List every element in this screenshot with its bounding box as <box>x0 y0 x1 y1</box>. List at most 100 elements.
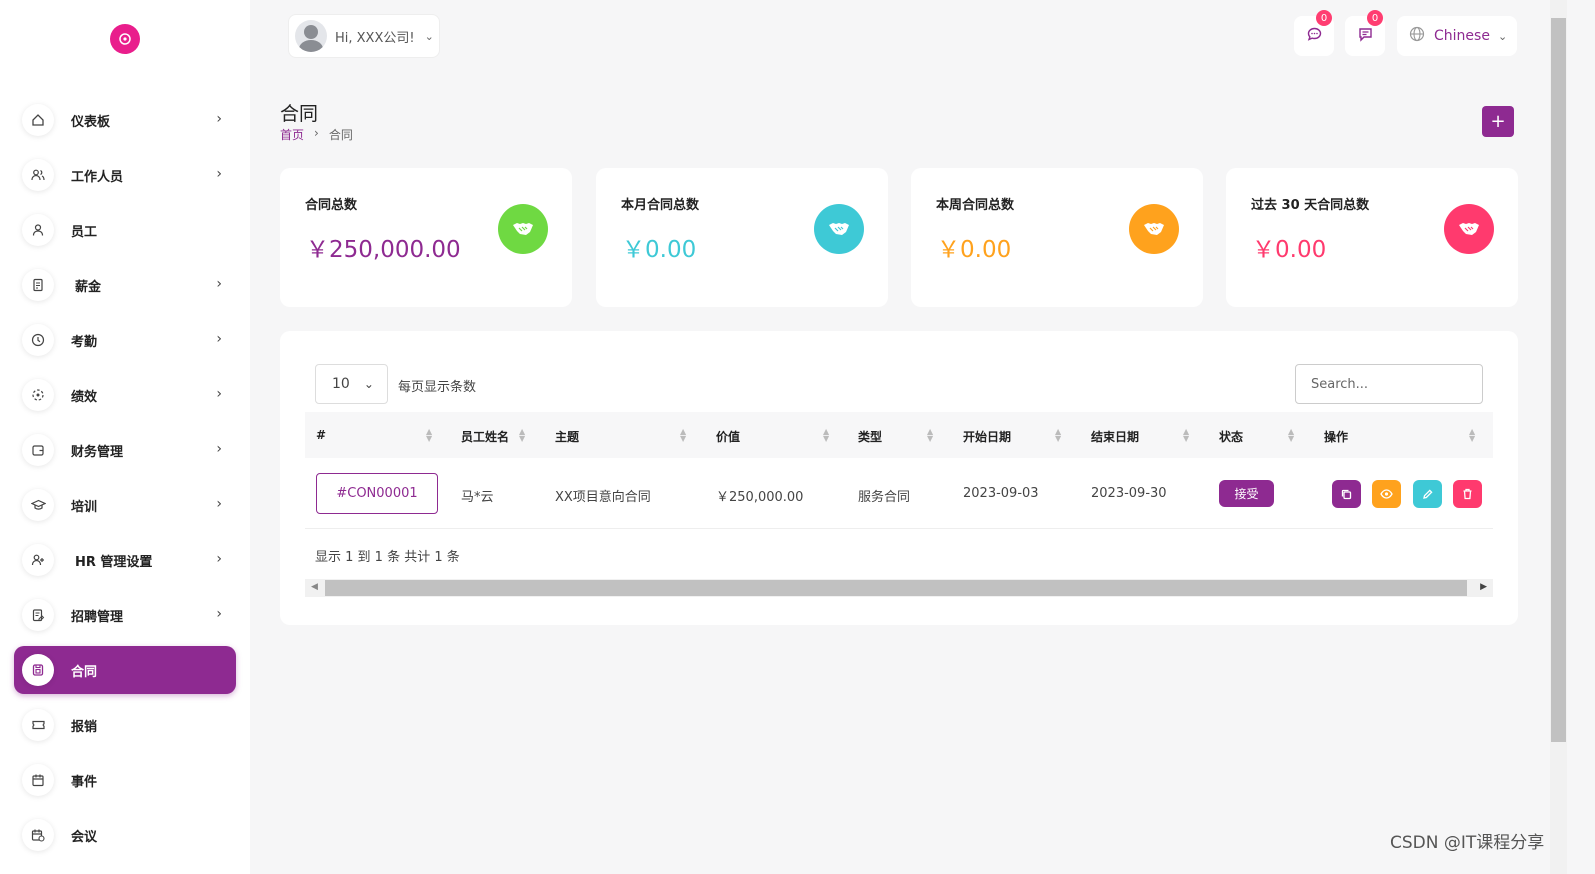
sort-icon[interactable]: ▲ ▼ <box>1288 428 1294 443</box>
edit-button[interactable] <box>1413 480 1442 508</box>
add-contract-button[interactable]: + <box>1482 106 1514 137</box>
column-header[interactable]: 状态 <box>1219 428 1243 445</box>
sidebar-item-reimbursement[interactable]: 报销 <box>14 701 236 749</box>
sidebar-item-label: 报销 <box>71 720 98 735</box>
user-icon <box>22 214 54 246</box>
sidebar-item-dashboard[interactable]: 仪表板 › <box>14 96 236 144</box>
column-header[interactable]: 主题 <box>555 428 579 445</box>
chevron-right-icon: › <box>216 111 222 127</box>
user-greeting: Hi, XXX公司! <box>335 30 415 46</box>
sidebar-item-performance[interactable]: 绩效 › <box>14 371 236 419</box>
sidebar-item-finance[interactable]: 财务管理 › <box>14 426 236 474</box>
stat-card-title: 过去 30 天合同总数 <box>1251 198 1370 213</box>
column-header[interactable]: # <box>316 428 326 442</box>
sidebar-item-attendance[interactable]: 考勤 › <box>14 316 236 364</box>
sidebar-item-label: 仪表板 <box>71 115 111 130</box>
column-header[interactable]: 类型 <box>858 428 882 445</box>
per-page-label: 每页显示条数 <box>398 380 477 395</box>
type-cell: 服务合同 <box>858 490 911 505</box>
language-selector[interactable]: Chinese ⌄ <box>1397 16 1517 56</box>
sidebar-item-staff[interactable]: 工作人员 › <box>14 151 236 199</box>
handshake-icon <box>814 204 864 254</box>
sidebar-item-label: 考勤 <box>71 335 98 350</box>
sort-icon[interactable]: ▲ ▼ <box>823 428 829 443</box>
chat-icon <box>1306 26 1323 47</box>
chevron-right-icon: › <box>216 496 222 512</box>
employee-name-cell: 马*云 <box>461 490 494 505</box>
graduation-cap-icon <box>22 489 54 521</box>
stat-card-week: 本周合同总数 ￥0.00 <box>911 168 1203 307</box>
per-page-select[interactable]: 10 ⌄ <box>315 364 388 404</box>
stat-card-title: 合同总数 <box>305 198 358 213</box>
copy-icon <box>1341 489 1352 499</box>
stat-card-total: 合同总数 ￥250,000.00 <box>280 168 572 307</box>
sort-icon[interactable]: ▲ ▼ <box>680 428 686 443</box>
sidebar-item-label: 合同 <box>71 665 98 680</box>
user-menu[interactable]: Hi, XXX公司! ⌄ <box>288 14 440 58</box>
view-button[interactable] <box>1372 480 1401 508</box>
table-row: #CON00001 马*云 XX项目意向合同 ￥250,000.00 服务合同 … <box>305 459 1493 529</box>
table-header: # ▲ ▼ 员工姓名 ▲ ▼ 主题 ▲ ▼ 价值 ▲ ▼ 类型 ▲ ▼ 开始日期 ▲ ▼ 结… <box>305 412 1493 458</box>
scrollbar-thumb[interactable] <box>325 580 1467 596</box>
chevron-down-icon: ⌄ <box>363 377 374 391</box>
status-badge: 接受 <box>1219 480 1274 507</box>
messages-button[interactable]: 0 <box>1345 10 1385 56</box>
handshake-icon <box>1129 204 1179 254</box>
sort-icon[interactable]: ▲ ▼ <box>1183 428 1189 443</box>
pencil-icon <box>1423 488 1433 499</box>
end-date-cell: 2023-09-30 <box>1091 486 1167 501</box>
chevron-right-icon: › <box>216 386 222 402</box>
value-cell: ￥250,000.00 <box>716 490 804 505</box>
chevron-right-icon: › <box>216 441 222 457</box>
search-input[interactable] <box>1295 364 1483 404</box>
sidebar-item-label: 招聘管理 <box>71 610 124 625</box>
column-header[interactable]: 结束日期 <box>1091 428 1139 445</box>
column-header[interactable]: 价值 <box>716 428 740 445</box>
handshake-icon <box>498 204 548 254</box>
stat-card-title: 本月合同总数 <box>621 198 700 213</box>
message-count-badge: 0 <box>1367 10 1383 26</box>
sidebar-item-meetings[interactable]: 会议 <box>14 811 236 859</box>
chevron-right-icon: › <box>216 166 222 182</box>
scroll-left-icon[interactable]: ◀ <box>311 582 318 592</box>
eye-icon <box>1380 489 1393 499</box>
scrollbar-thumb[interactable] <box>1551 18 1566 742</box>
contract-id-link[interactable]: #CON00001 <box>316 473 438 514</box>
home-icon <box>22 104 54 136</box>
horizontal-scrollbar[interactable]: ◀ ▶ <box>305 579 1493 597</box>
sidebar-item-employee[interactable]: 员工 <box>14 206 236 254</box>
sort-icon[interactable]: ▲ ▼ <box>1055 428 1061 443</box>
chevron-down-icon: ⌄ <box>424 29 434 43</box>
logo[interactable] <box>110 24 144 60</box>
sidebar-item-events[interactable]: 事件 <box>14 756 236 804</box>
sort-icon[interactable]: ▲ ▼ <box>1469 428 1475 443</box>
receipt-icon <box>22 269 54 301</box>
sidebar-item-label: 培训 <box>71 500 98 515</box>
vertical-scrollbar[interactable] <box>1550 0 1567 874</box>
column-header[interactable]: 员工姓名 <box>461 428 509 445</box>
sort-icon[interactable]: ▲ ▼ <box>426 428 432 443</box>
duplicate-button[interactable] <box>1332 480 1361 508</box>
column-header: 操作 <box>1324 430 1349 444</box>
language-label: Chinese <box>1434 28 1490 44</box>
chevron-right-icon: › <box>216 606 222 622</box>
sidebar-item-label: 工作人员 <box>71 170 124 185</box>
table-summary: 显示 1 到 1 条 共计 1 条 <box>315 550 460 565</box>
chat-count-badge: 0 <box>1316 10 1332 26</box>
column-header[interactable]: 开始日期 <box>963 428 1011 445</box>
sidebar-item-hr-settings[interactable]: HR 管理设置 › <box>14 536 236 584</box>
delete-button[interactable] <box>1453 480 1482 508</box>
sort-icon[interactable]: ▲ ▼ <box>519 428 525 443</box>
sidebar-item-contract[interactable]: 合同 <box>14 646 236 694</box>
stat-card-month: 本月合同总数 ￥0.00 <box>596 168 888 307</box>
breadcrumb: 首页 › 合同 <box>280 126 353 143</box>
breadcrumb-home-link[interactable]: 首页 <box>280 126 304 143</box>
stat-card-value: ￥250,000.00 <box>306 237 461 263</box>
scroll-right-icon[interactable]: ▶ <box>1480 582 1487 592</box>
sidebar-item-salary[interactable]: 薪金 › <box>14 261 236 309</box>
sidebar-item-training[interactable]: 培训 › <box>14 481 236 529</box>
globe-icon <box>1409 26 1425 46</box>
chat-button[interactable]: 0 <box>1294 10 1334 56</box>
sort-icon[interactable]: ▲ ▼ <box>927 428 933 443</box>
sidebar-item-recruitment[interactable]: 招聘管理 › <box>14 591 236 639</box>
